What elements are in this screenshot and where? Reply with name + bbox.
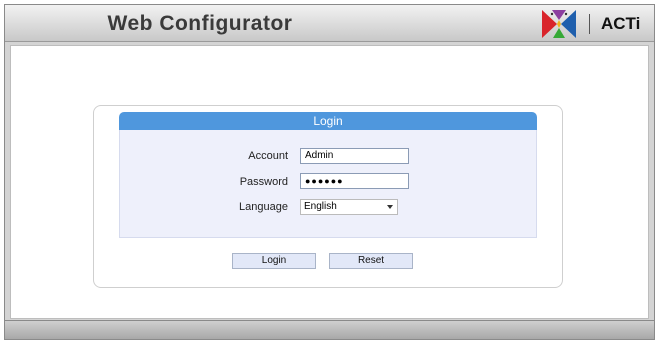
account-input[interactable]: Admin xyxy=(300,148,409,164)
acti-logo-icon xyxy=(542,10,576,38)
app-title: Web Configurator xyxy=(107,12,293,35)
app-frame: Web Configurator ACTi Login Account Admi… xyxy=(4,4,655,340)
header-bar: Web Configurator ACTi xyxy=(5,5,654,42)
language-select-value: English xyxy=(304,201,337,212)
language-label: Language xyxy=(239,201,288,213)
login-box: Login Account Admin Password ●●●●●● Lang… xyxy=(93,105,563,288)
reset-button[interactable]: Reset xyxy=(329,253,413,269)
language-select[interactable]: English xyxy=(300,199,398,215)
login-panel: Account Admin Password ●●●●●● Language E… xyxy=(119,130,537,238)
login-button[interactable]: Login xyxy=(232,253,316,269)
footer-bar xyxy=(5,320,654,339)
chevron-down-icon xyxy=(387,205,393,209)
password-label: Password xyxy=(239,176,288,188)
main-content: Login Account Admin Password ●●●●●● Lang… xyxy=(10,45,649,319)
password-input[interactable]: ●●●●●● xyxy=(300,173,409,189)
brand-name: ACTi xyxy=(601,14,641,33)
account-label: Account xyxy=(248,150,288,162)
logo-separator xyxy=(589,14,590,34)
login-title: Login xyxy=(119,112,537,130)
